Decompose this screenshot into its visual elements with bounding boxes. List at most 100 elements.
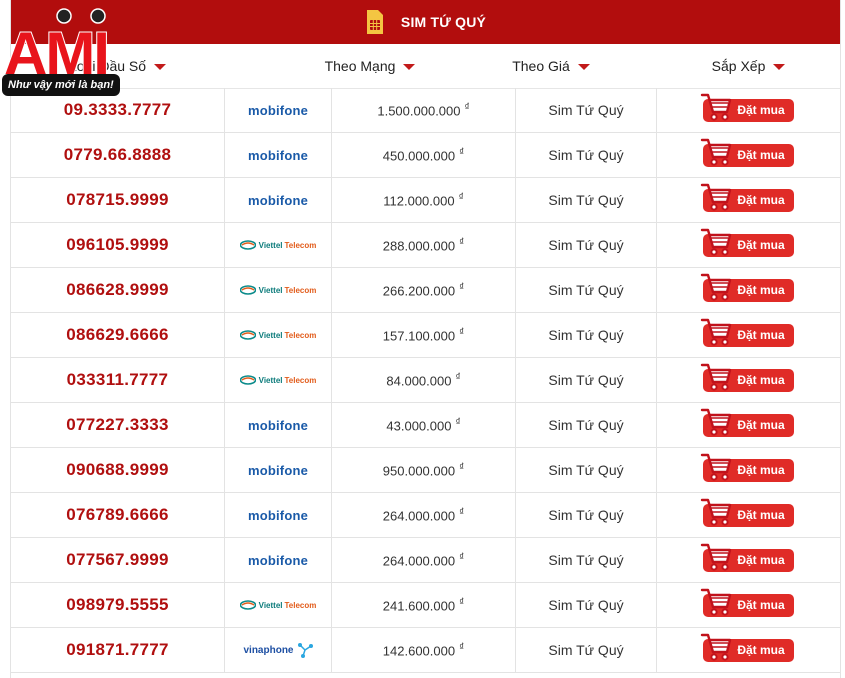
buy-button[interactable]: Đặt mua xyxy=(701,273,794,302)
sim-type: Sim Tứ Quý xyxy=(548,102,624,118)
buy-button[interactable]: Đặt mua xyxy=(701,453,794,482)
sim-number[interactable]: 086629.6666 xyxy=(66,325,169,345)
sim-price: 266.200.000 ₫ xyxy=(382,281,465,299)
network-cell: mobifone xyxy=(225,133,332,177)
sim-type: Sim Tứ Quý xyxy=(548,282,624,298)
caret-down-icon xyxy=(154,64,167,70)
network-cell: Viettel Telecom xyxy=(225,313,332,357)
table-row[interactable]: 091871.7777 vinaphone 142.600.000 ₫ Sim Tứ Q… xyxy=(11,628,840,673)
sim-type: Sim Tứ Quý xyxy=(548,192,624,208)
network-cell: mobifone xyxy=(225,403,332,447)
sim-type: Sim Tứ Quý xyxy=(548,597,624,613)
sim-type: Sim Tứ Quý xyxy=(548,327,624,343)
shopping-cart-icon xyxy=(699,90,733,124)
viettel-logo: Viettel Telecom xyxy=(239,330,316,340)
table-row[interactable]: 076789.6666 mobifone 264.000.000 ₫ Sim Tứ Qu… xyxy=(11,493,840,538)
table-row[interactable]: 090688.9999 mobifone 950.000.000 ₫ Sim Tứ Qu… xyxy=(11,448,840,493)
sim-number[interactable]: 09.3333.7777 xyxy=(64,100,172,120)
sim-price: 264.000.000 ₫ xyxy=(382,551,465,569)
viettel-logo: Viettel Telecom xyxy=(239,285,316,295)
viettel-logo: Viettel Telecom xyxy=(239,375,316,385)
buy-button[interactable]: Đặt mua xyxy=(701,588,794,617)
sim-listing-panel: SIM TỨ QUÝ Loại Đầu Số Theo Mạng Theo Gi… xyxy=(10,0,841,678)
shopping-cart-icon xyxy=(699,270,733,304)
viettel-logo: Viettel Telecom xyxy=(239,600,316,610)
buy-button[interactable]: Đặt mua xyxy=(701,228,794,257)
sim-table: 09.3333.7777 mobifone 1.500.000.000 ₫ Sim Tứ… xyxy=(11,88,840,673)
sim-price: 1.500.000.000 ₫ xyxy=(377,101,470,119)
mobifone-logo: mobifone xyxy=(247,192,309,208)
network-cell: Viettel Telecom xyxy=(225,358,332,402)
mobifone-logo: mobifone xyxy=(247,552,309,568)
mobifone-logo: mobifone xyxy=(247,462,309,478)
sim-number[interactable]: 077227.3333 xyxy=(66,415,169,435)
buy-button[interactable]: Đặt mua xyxy=(701,408,794,437)
sim-number[interactable]: 098979.5555 xyxy=(66,595,169,615)
table-row[interactable]: 078715.9999 mobifone 112.000.000 ₫ Sim Tứ Qu… xyxy=(11,178,840,223)
sim-number[interactable]: 096105.9999 xyxy=(66,235,169,255)
sim-price: 264.000.000 ₫ xyxy=(382,506,465,524)
network-cell: mobifone xyxy=(225,448,332,492)
viettel-logo: Viettel Telecom xyxy=(239,240,316,250)
table-row[interactable]: 033311.7777 Viettel Telecom 84.000.000 ₫ Sim … xyxy=(11,358,840,403)
shopping-cart-icon xyxy=(699,495,733,529)
buy-button[interactable]: Đặt mua xyxy=(701,363,794,392)
buy-button[interactable]: Đặt mua xyxy=(701,93,794,122)
sim-price: 112.000.000 ₫ xyxy=(383,191,464,209)
caret-down-icon xyxy=(403,64,416,70)
table-row[interactable]: 096105.9999 Viettel Telecom 288.000.000 ₫ Sim… xyxy=(11,223,840,268)
sim-type: Sim Tứ Quý xyxy=(548,417,624,433)
sim-type: Sim Tứ Quý xyxy=(548,507,624,523)
ami-logo-mark: AMI xyxy=(3,8,111,78)
sim-number[interactable]: 0779.66.8888 xyxy=(64,145,172,165)
network-cell: mobifone xyxy=(225,178,332,222)
filter-price[interactable]: Theo Giá xyxy=(431,44,671,88)
filter-network-label: Theo Mạng xyxy=(324,58,396,74)
table-row[interactable]: 077567.9999 mobifone 264.000.000 ₫ Sim Tứ Qu… xyxy=(11,538,840,583)
table-row[interactable]: 086628.9999 Viettel Telecom 266.200.000 ₫ Sim… xyxy=(11,268,840,313)
shopping-cart-icon xyxy=(699,585,733,619)
sim-number[interactable]: 086628.9999 xyxy=(66,280,169,300)
mobifone-logo: mobifone xyxy=(247,417,309,433)
network-cell: mobifone xyxy=(225,493,332,537)
sim-price: 43.000.000 ₫ xyxy=(386,416,461,434)
sim-number[interactable]: 033311.7777 xyxy=(67,370,169,390)
sim-number[interactable]: 078715.9999 xyxy=(66,190,169,210)
buy-button[interactable]: Đặt mua xyxy=(701,138,794,167)
buy-button[interactable]: Đặt mua xyxy=(701,543,794,572)
sim-number[interactable]: 091871.7777 xyxy=(66,640,169,660)
sim-type: Sim Tứ Quý xyxy=(548,372,624,388)
ami-logo-text: AMI xyxy=(4,20,108,78)
sim-number[interactable]: 076789.6666 xyxy=(66,505,169,525)
sim-price: 241.600.000 ₫ xyxy=(382,596,465,614)
sim-price: 450.000.000 ₫ xyxy=(382,146,465,164)
ami-slogan: Như vậy mới là bạn! xyxy=(2,74,120,96)
network-cell: Viettel Telecom xyxy=(225,583,332,627)
caret-down-icon xyxy=(773,64,786,70)
sim-type: Sim Tứ Quý xyxy=(548,552,624,568)
sort-label: Sắp Xếp xyxy=(711,58,766,74)
network-cell: mobifone xyxy=(225,88,332,132)
table-row[interactable]: 098979.5555 Viettel Telecom 241.600.000 ₫ Sim… xyxy=(11,583,840,628)
buy-button[interactable]: Đặt mua xyxy=(701,183,794,212)
shopping-cart-icon xyxy=(699,405,733,439)
sim-price: 142.600.000 ₫ xyxy=(382,641,465,659)
buy-button[interactable]: Đặt mua xyxy=(701,318,794,347)
mobifone-logo: mobifone xyxy=(247,147,309,163)
sim-price: 84.000.000 ₫ xyxy=(386,371,461,389)
table-row[interactable]: 086629.6666 Viettel Telecom 157.100.000 ₫ Sim… xyxy=(11,313,840,358)
network-cell: Viettel Telecom xyxy=(225,268,332,312)
sim-number[interactable]: 077567.9999 xyxy=(66,550,169,570)
mobifone-logo: mobifone xyxy=(247,507,309,523)
sim-number[interactable]: 090688.9999 xyxy=(66,460,169,480)
table-row[interactable]: 077227.3333 mobifone 43.000.000 ₫ Sim Tứ Quý… xyxy=(11,403,840,448)
table-row[interactable]: 0779.66.8888 mobifone 450.000.000 ₫ Sim Tứ Q… xyxy=(11,133,840,178)
sort-dropdown[interactable]: Sắp Xếp xyxy=(657,44,840,88)
caret-down-icon xyxy=(577,64,590,70)
buy-button[interactable]: Đặt mua xyxy=(701,633,794,662)
filter-price-label: Theo Giá xyxy=(512,58,570,74)
buy-button[interactable]: Đặt mua xyxy=(701,498,794,527)
category-title: SIM TỨ QUÝ xyxy=(400,14,487,30)
shopping-cart-icon xyxy=(699,180,733,214)
shopping-cart-icon xyxy=(699,540,733,574)
